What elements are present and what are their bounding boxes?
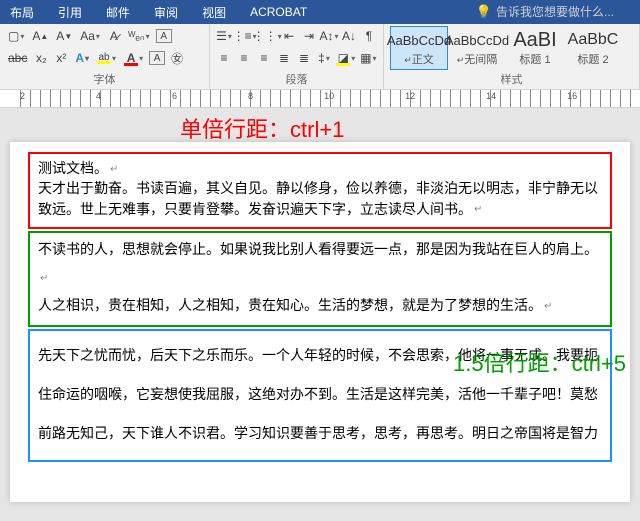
lightbulb-icon: 💡 (476, 4, 492, 20)
ruler-numbers: 246810121416 (20, 91, 577, 101)
group-label-font: 字体 (6, 71, 203, 89)
tab-view[interactable]: 视图 (196, 1, 232, 24)
annotation-single-spacing: 单倍行距：ctrl+1 (180, 112, 344, 144)
tab-mailings[interactable]: 邮件 (100, 1, 136, 24)
tab-review[interactable]: 审阅 (148, 1, 184, 24)
style-preview: AaBbC (567, 29, 619, 51)
tellme-search[interactable]: 💡 (476, 4, 636, 20)
style-name-label: ↵无间隔 (451, 51, 503, 67)
highlight-button[interactable]: ab▾ (95, 48, 118, 68)
tab-acrobat[interactable]: ACROBAT (244, 2, 313, 22)
paragraph[interactable]: 不读书的人，思想就会停止。如果说我比别人看得要远一点，那是因为我站在巨人的肩上。… (38, 237, 602, 293)
shading-button[interactable]: ◪▾ (336, 48, 356, 68)
style-preview: AaBbCcDd (451, 29, 503, 51)
decrease-indent-button[interactable]: ⇤ (281, 26, 297, 46)
sort-button[interactable]: A↓ (341, 26, 357, 46)
style-gallery[interactable]: AaBbCcDd ↵正文 AaBbCcDd ↵无间隔 AaBI 标题 1 AaB… (390, 26, 633, 70)
style-preview: AaBbCcDd (393, 29, 445, 51)
style-name-label: 标题 1 (509, 51, 561, 67)
font-color-button[interactable]: A▾ (122, 48, 145, 68)
box-onehalf-spacing: 不读书的人，思想就会停止。如果说我比别人看得要远一点，那是因为我站在巨人的肩上。… (28, 231, 612, 327)
document-canvas[interactable]: 单倍行距：ctrl+1 测试文档。↵ 天才出于勤奋。书读百遍，其义自见。静以修身… (0, 108, 640, 521)
numbering-button[interactable]: ⋮≡▾ (236, 26, 253, 46)
horizontal-ruler[interactable]: 246810121416 (0, 90, 640, 108)
bullets-button[interactable]: ☰▾ (216, 26, 232, 46)
tellme-input[interactable] (496, 5, 636, 19)
char-shading-button[interactable]: A (149, 51, 165, 65)
text-direction-button[interactable]: A↕▾ (321, 26, 337, 46)
strikethrough-button[interactable]: abc (6, 48, 29, 68)
group-font: ▢▾ A▲ A▼ Aa▾ A̷ ᵂₑₙ▾ A abc x₂ x² A▾ ab▾ … (0, 24, 210, 89)
annotation-onehalf-spacing: 1.5倍行距：ctrl+5 (453, 346, 626, 378)
align-center-button[interactable]: ≡ (236, 48, 252, 68)
enclose-char-button[interactable]: ㊛ (169, 48, 185, 68)
group-styles: AaBbCcDd ↵正文 AaBbCcDd ↵无间隔 AaBI 标题 1 AaB… (384, 24, 640, 89)
style-name-label: ↵正文 (393, 51, 445, 67)
align-justify-button[interactable]: ≣ (276, 48, 292, 68)
align-dist-button[interactable]: ≣ (296, 48, 312, 68)
ribbon-tabs: 布局 引用 邮件 审阅 视图 ACROBAT 💡 (0, 0, 640, 24)
style-name-label: 标题 2 (567, 51, 619, 67)
paragraph[interactable]: 测试文档。↵ (38, 160, 602, 180)
para-mark-icon: ↵ (544, 301, 552, 312)
char-border-button[interactable]: A (156, 29, 172, 43)
increase-indent-button[interactable]: ⇥ (301, 26, 317, 46)
shrink-font-button[interactable]: A▼ (54, 26, 74, 46)
tab-layout[interactable]: 布局 (4, 1, 40, 24)
paragraph[interactable]: 人之相识，贵在相知，人之相知，贵在知心。生活的梦想，就是为了梦想的生活。↵ (38, 293, 602, 321)
align-left-button[interactable]: ≡ (216, 48, 232, 68)
style-preview: AaBI (509, 29, 561, 51)
style-normal[interactable]: AaBbCcDd ↵正文 (390, 26, 448, 70)
superscript-button[interactable]: x² (53, 48, 69, 68)
group-label-paragraph: 段落 (216, 71, 377, 89)
box-single-spacing: 测试文档。↵ 天才出于勤奋。书读百遍，其义自见。静以修身，俭以养德，非淡泊无以明… (28, 152, 612, 229)
font-dropdown-icon[interactable]: ▢▾ (6, 26, 26, 46)
style-heading2[interactable]: AaBbC 标题 2 (564, 26, 622, 70)
grow-font-button[interactable]: A▲ (30, 26, 50, 46)
phonetic-guide-button[interactable]: ᵂₑₙ▾ (126, 26, 152, 46)
para-mark-icon: ↵ (474, 204, 482, 215)
borders-button[interactable]: ▦▾ (360, 48, 377, 68)
subscript-button[interactable]: x₂ (33, 48, 49, 68)
style-no-spacing[interactable]: AaBbCcDd ↵无间隔 (448, 26, 506, 70)
para-mark-icon: ↵ (40, 273, 48, 284)
showmarks-button[interactable]: ¶ (361, 26, 377, 46)
group-label-styles: 样式 (390, 71, 633, 89)
tab-references[interactable]: 引用 (52, 1, 88, 24)
line-spacing-button[interactable]: ‡▾ (316, 48, 332, 68)
align-right-button[interactable]: ≡ (256, 48, 272, 68)
style-heading1[interactable]: AaBI 标题 1 (506, 26, 564, 70)
group-paragraph: ☰▾ ⋮≡▾ ⋮⋮▾ ⇤ ⇥ A↕▾ A↓ ¶ ≡ ≡ ≡ ≣ ≣ ‡▾ ◪▾ … (210, 24, 384, 89)
ribbon-body: ▢▾ A▲ A▼ Aa▾ A̷ ᵂₑₙ▾ A abc x₂ x² A▾ ab▾ … (0, 24, 640, 90)
multilevel-button[interactable]: ⋮⋮▾ (257, 26, 277, 46)
page[interactable]: 测试文档。↵ 天才出于勤奋。书读百遍，其义自见。静以修身，俭以养德，非淡泊无以明… (10, 142, 630, 502)
paragraph[interactable]: 天才出于勤奋。书读百遍，其义自见。静以修身，俭以养德，非淡泊无以明志，非宁静无以… (38, 180, 602, 221)
clear-format-button[interactable]: A̷ (106, 26, 122, 46)
para-mark-icon: ↵ (110, 164, 118, 175)
change-case-button[interactable]: Aa▾ (78, 26, 102, 46)
text-effects-button[interactable]: A▾ (73, 48, 91, 68)
